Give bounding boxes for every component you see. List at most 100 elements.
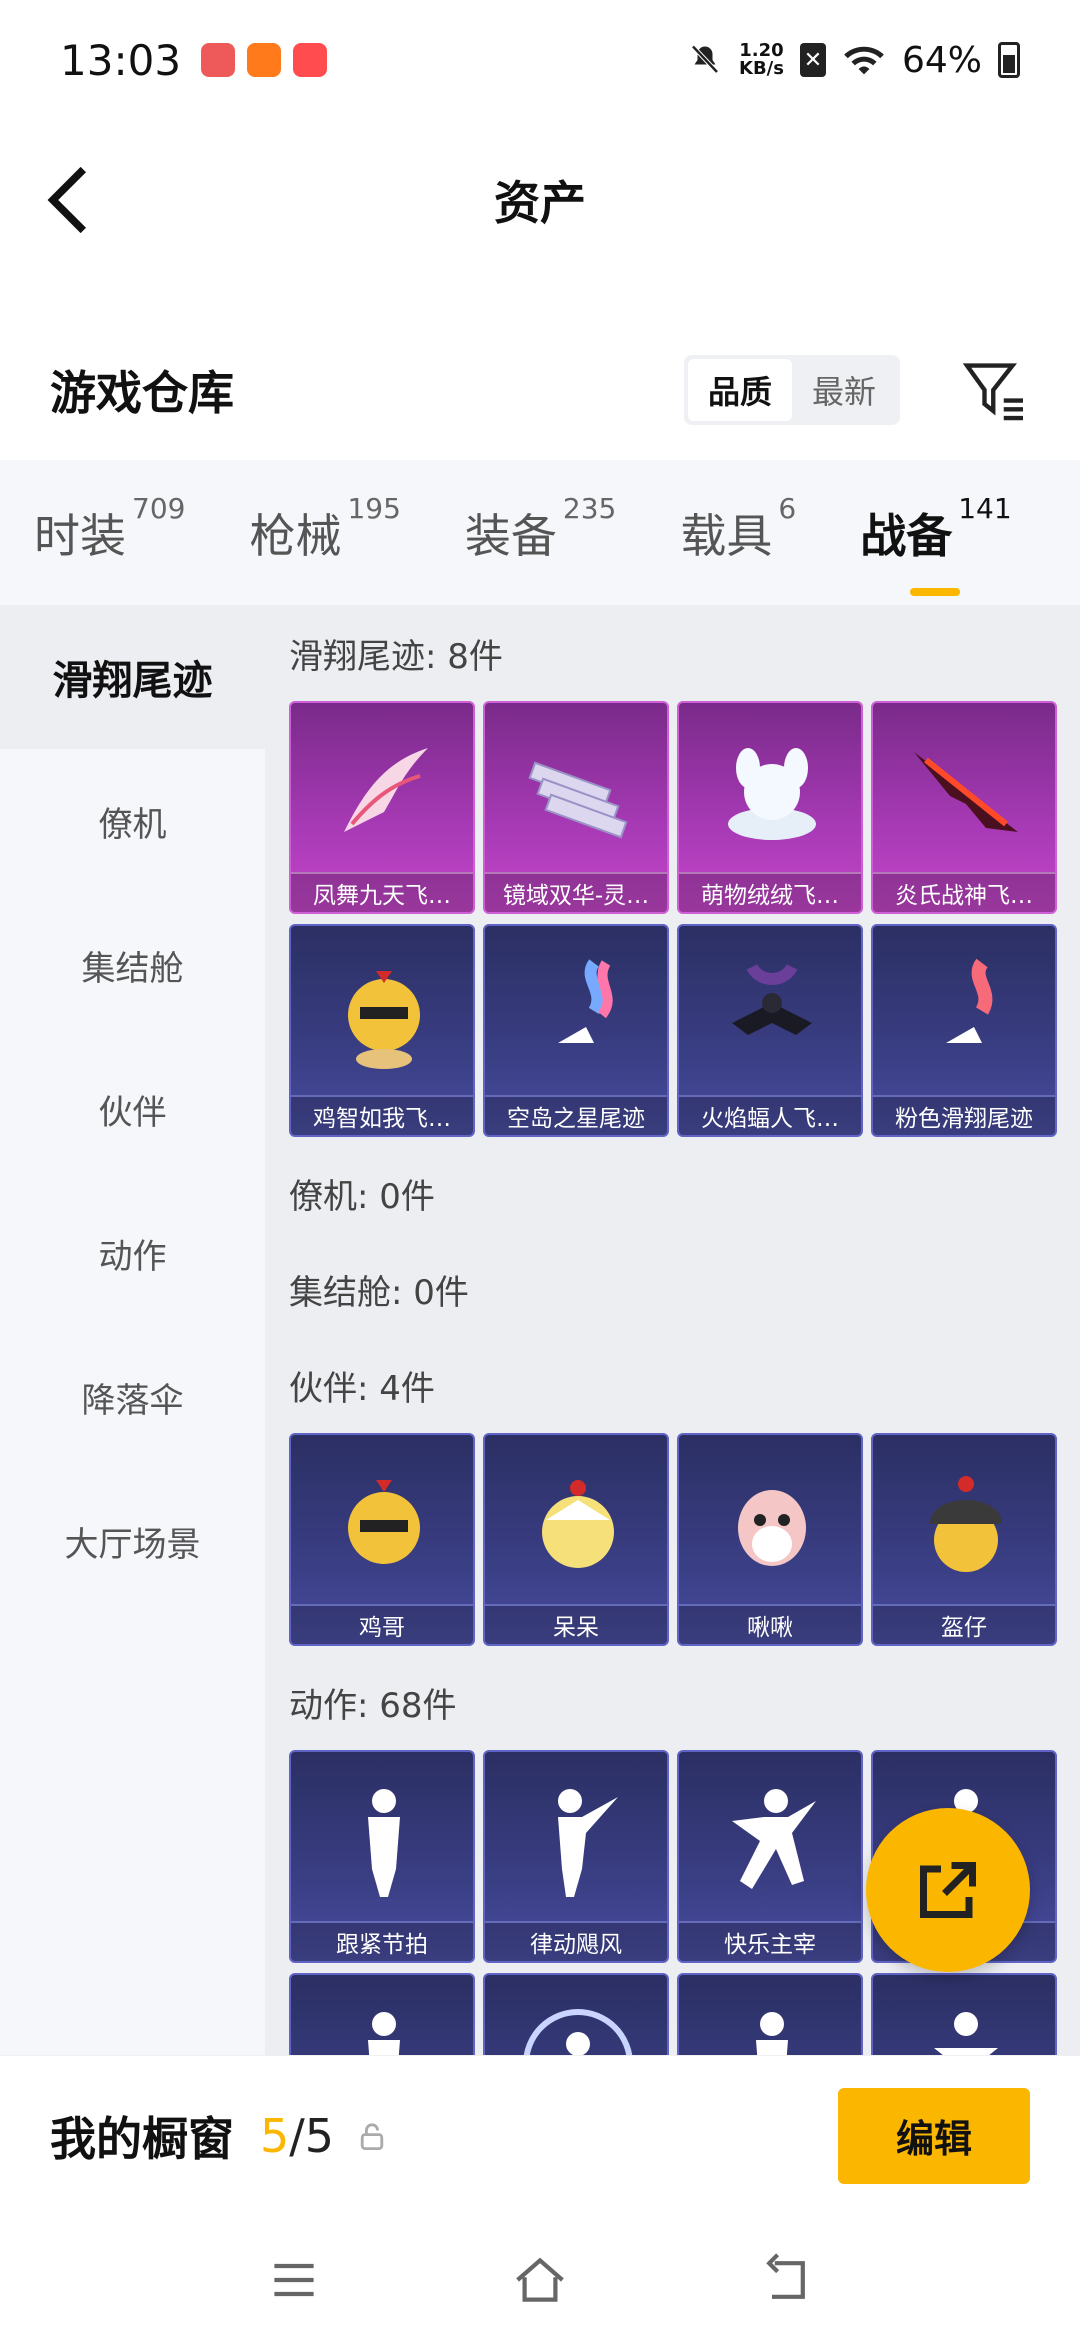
item-card[interactable]: 凤舞九天飞… bbox=[289, 701, 475, 914]
batman-trail-icon bbox=[699, 942, 845, 1088]
item-card[interactable]: 空岛之星尾迹 bbox=[483, 924, 669, 1137]
item-name: 凤舞九天飞… bbox=[291, 872, 473, 912]
tab-readiness[interactable]: 战备 141 bbox=[860, 492, 1012, 596]
dance-figure-icon bbox=[311, 1991, 457, 2055]
tab-count: 235 bbox=[562, 491, 617, 525]
status-bar: 13:03 1.20 KB/s ✕ 64% bbox=[0, 0, 1080, 120]
item-card[interactable]: 跟紧节拍 bbox=[289, 1750, 475, 1963]
bubble-figure-icon bbox=[505, 1991, 651, 2055]
item-card[interactable]: 鸡哥 bbox=[289, 1433, 475, 1646]
menu-icon[interactable] bbox=[266, 2252, 322, 2308]
side-nav: 滑翔尾迹 僚机 集结舱 伙伴 动作 降落伞 大厅场景 bbox=[0, 605, 265, 2055]
sidenav-item-pod[interactable]: 集结舱 bbox=[0, 893, 265, 1037]
sort-latest-button[interactable]: 最新 bbox=[792, 359, 896, 421]
showcase-total: /5 bbox=[289, 2108, 335, 2163]
tab-weapons[interactable]: 枪械 195 bbox=[249, 492, 400, 566]
dance-figure-icon bbox=[699, 1991, 845, 2055]
sim-icon: ✕ bbox=[799, 43, 826, 77]
chicken-partner-icon bbox=[311, 1451, 457, 1597]
item-card[interactable]: 呆呆 bbox=[483, 1433, 669, 1646]
item-name: 快乐主宰 bbox=[679, 1921, 861, 1961]
share-button[interactable] bbox=[866, 1808, 1030, 1972]
item-name: 呆呆 bbox=[485, 1604, 667, 1644]
item-name: 鸡智如我飞… bbox=[291, 1095, 473, 1135]
item-name: 萌物绒绒飞… bbox=[679, 872, 861, 912]
tab-label: 载具 bbox=[680, 508, 773, 563]
chick-partner-icon bbox=[505, 1451, 651, 1597]
item-card[interactable]: 萌物绒绒飞… bbox=[677, 701, 863, 914]
sort-quality-button[interactable]: 品质 bbox=[687, 359, 792, 421]
item-card[interactable]: 快乐主宰 bbox=[677, 1750, 863, 1963]
lock-icon bbox=[360, 2122, 384, 2150]
group-title-trails: 滑翔尾迹: 8件 bbox=[289, 636, 503, 677]
item-card[interactable]: 火焰蝠人飞… bbox=[677, 924, 863, 1137]
chicken-trail-icon bbox=[311, 942, 457, 1088]
sidenav-item-lobby[interactable]: 大厅场景 bbox=[0, 1469, 265, 1613]
app-notification-icon bbox=[201, 43, 236, 77]
helmet-chick-partner-icon bbox=[893, 1451, 1039, 1597]
dance-figure-icon bbox=[505, 1768, 651, 1914]
clock: 13:03 bbox=[60, 35, 182, 85]
tab-label: 枪械 bbox=[249, 508, 342, 563]
wifi-icon bbox=[844, 46, 884, 75]
item-name: 啾啾 bbox=[679, 1604, 861, 1644]
flame-wing-trail-icon bbox=[893, 719, 1039, 865]
system-nav-bar bbox=[0, 2215, 1080, 2344]
bunny-trail-icon bbox=[699, 719, 845, 865]
app-notification-icon bbox=[293, 43, 328, 77]
tab-label: 战备 bbox=[860, 508, 953, 563]
tab-label: 装备 bbox=[464, 508, 557, 563]
home-icon[interactable] bbox=[512, 2252, 568, 2308]
app-header: 资产 bbox=[0, 150, 1080, 250]
sidenav-item-emotes[interactable]: 动作 bbox=[0, 1181, 265, 1325]
item-card[interactable]: 啾啾 bbox=[677, 1433, 863, 1646]
dance-figure-icon bbox=[699, 1768, 845, 1914]
sidenav-item-trails[interactable]: 滑翔尾迹 bbox=[0, 605, 265, 749]
sidenav-item-partners[interactable]: 伙伴 bbox=[0, 1037, 265, 1181]
item-card[interactable] bbox=[289, 1973, 475, 2055]
item-card[interactable]: 炎氏战神飞… bbox=[871, 701, 1057, 914]
mute-icon bbox=[691, 44, 719, 74]
notification-icons bbox=[201, 43, 328, 77]
item-card[interactable]: 盔仔 bbox=[871, 1433, 1057, 1646]
sidenav-item-parachute[interactable]: 降落伞 bbox=[0, 1325, 265, 1469]
tab-vehicles[interactable]: 载具 6 bbox=[680, 492, 796, 566]
item-card[interactable]: 镜域双华-灵… bbox=[483, 701, 669, 914]
bird-partner-icon bbox=[699, 1451, 845, 1597]
net-speed: 1.20 KB/s bbox=[739, 42, 784, 78]
pink-trail-icon bbox=[893, 942, 1039, 1088]
app-notification-icon bbox=[247, 43, 282, 77]
item-card[interactable]: 律动飓风 bbox=[483, 1750, 669, 1963]
item-card[interactable]: 粉色滑翔尾迹 bbox=[871, 924, 1057, 1137]
item-card[interactable] bbox=[871, 1973, 1057, 2055]
tab-count: 195 bbox=[347, 491, 401, 525]
sort-toggle: 品质 最新 bbox=[683, 355, 900, 425]
tab-fashion[interactable]: 时装 709 bbox=[34, 492, 185, 566]
item-name: 空岛之星尾迹 bbox=[485, 1095, 667, 1135]
item-name: 火焰蝠人飞… bbox=[679, 1095, 861, 1135]
back-icon[interactable] bbox=[758, 2252, 814, 2308]
crystal-trail-icon bbox=[505, 719, 651, 865]
tab-count: 141 bbox=[958, 491, 1012, 525]
item-name: 镜域双华-灵… bbox=[485, 872, 667, 912]
group-title-pod: 集结舱: 0件 bbox=[289, 1272, 469, 1313]
item-name: 鸡哥 bbox=[291, 1604, 473, 1644]
item-card[interactable] bbox=[677, 1973, 863, 2055]
dance-figure-icon bbox=[311, 1768, 457, 1914]
item-card[interactable] bbox=[483, 1973, 669, 2055]
filter-icon[interactable] bbox=[960, 355, 1030, 425]
wing-trail-icon bbox=[311, 719, 457, 865]
group-title-partners: 伙伴: 4件 bbox=[289, 1368, 435, 1409]
item-name: 粉色滑翔尾迹 bbox=[873, 1095, 1055, 1135]
tab-count: 709 bbox=[132, 491, 186, 525]
showcase-count: 5/5 bbox=[260, 2109, 334, 2163]
item-card[interactable]: 鸡智如我飞… bbox=[289, 924, 475, 1137]
sidenav-item-wingman[interactable]: 僚机 bbox=[0, 749, 265, 893]
share-icon bbox=[920, 1862, 976, 1918]
showcase-current: 5 bbox=[260, 2108, 290, 2163]
edit-button[interactable]: 编辑 bbox=[838, 2087, 1030, 2184]
back-arrow-icon[interactable] bbox=[40, 162, 100, 238]
warehouse-header: 游戏仓库 品质 最新 bbox=[50, 345, 1030, 435]
active-tab-indicator bbox=[910, 587, 961, 596]
tab-equipment[interactable]: 装备 235 bbox=[464, 492, 616, 566]
